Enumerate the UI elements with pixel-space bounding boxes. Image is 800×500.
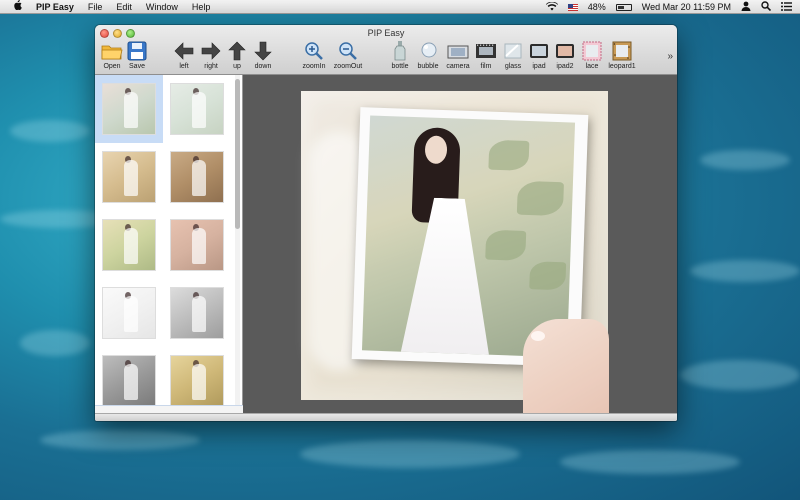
glass-icon <box>502 41 524 61</box>
user-icon[interactable] <box>741 1 751 13</box>
thumbnail-image <box>102 219 156 271</box>
lace-icon <box>581 41 603 61</box>
pip-inner-photo <box>361 115 576 358</box>
arrow-down-icon <box>252 41 274 61</box>
battery-percent[interactable]: 48% <box>588 2 606 12</box>
ipad2-icon <box>554 41 576 61</box>
sidebar-vertical-scrollbar[interactable] <box>235 75 240 405</box>
bottle-label: bottle <box>391 63 409 70</box>
toolbar-overflow-button[interactable]: » <box>667 51 673 62</box>
thumbnail-image <box>102 83 156 135</box>
wifi-icon[interactable] <box>545 1 558 13</box>
thumbnail-item[interactable] <box>95 279 163 347</box>
frame-lace-button[interactable]: lace <box>577 41 607 73</box>
frame-bubble-button[interactable]: bubble <box>413 41 443 73</box>
bubble-label: bubble <box>417 63 439 70</box>
glass-label: glass <box>504 63 522 70</box>
open-label: Open <box>103 63 121 70</box>
up-label: up <box>233 63 241 70</box>
wallpaper-leaf <box>488 139 530 171</box>
frame-film-button[interactable]: film <box>471 41 501 73</box>
thumbnail-item[interactable] <box>163 211 231 279</box>
battery-icon[interactable] <box>615 3 632 11</box>
sidebar-horizontal-scrollbar[interactable] <box>95 405 243 413</box>
fingernail <box>531 331 545 341</box>
input-source-flag-icon[interactable] <box>567 3 578 11</box>
pip-background-photo <box>301 91 609 421</box>
zoomout-label: zoomOut <box>333 63 363 70</box>
down-label: down <box>254 63 272 70</box>
thumbnail-image <box>102 355 156 407</box>
thumbnail-image <box>102 151 156 203</box>
bottle-icon <box>389 41 411 61</box>
thumbnail-grid <box>95 75 235 407</box>
leopard1-label: leopard1 <box>608 63 636 70</box>
move-down-button[interactable]: down <box>248 41 278 73</box>
thumbnail-item[interactable] <box>163 143 231 211</box>
clock[interactable]: Wed Mar 20 11:59 PM <box>642 2 731 12</box>
window-title: PIP Easy <box>367 28 405 38</box>
lace-label: lace <box>585 63 599 70</box>
thumbnail-image <box>170 83 224 135</box>
zoom-in-button[interactable]: zoomIn <box>299 41 329 73</box>
thumbnail-item[interactable] <box>95 75 163 143</box>
wallpaper-leaf <box>529 261 567 291</box>
thumbnail-item[interactable] <box>163 75 231 143</box>
arrow-left-icon <box>173 41 195 61</box>
thumbnail-image <box>170 287 224 339</box>
zoom-out-button[interactable]: zoomOut <box>333 41 363 73</box>
app-menu[interactable]: PIP Easy <box>36 2 74 12</box>
thumbnail-image <box>170 219 224 271</box>
window-bottom-bar <box>95 413 677 421</box>
menu-window[interactable]: Window <box>146 2 178 12</box>
left-label: left <box>179 63 189 70</box>
app-window: PIP Easy Open Save left right up down zo… <box>95 25 677 421</box>
menu-bar: PIP Easy File Edit Window Help 48% Wed M… <box>0 0 800 14</box>
notification-center-icon[interactable] <box>781 1 792 13</box>
save-label: Save <box>129 63 145 70</box>
camera-label: camera <box>446 63 470 70</box>
ipad2-label: ipad2 <box>556 63 574 70</box>
holding-hand <box>523 319 609 421</box>
thumbnail-image <box>170 355 224 407</box>
wallpaper-leaf <box>516 180 564 217</box>
frame-leopard1-button[interactable]: leopard1 <box>607 41 637 73</box>
menu-edit[interactable]: Edit <box>116 2 132 12</box>
bubble-icon <box>417 41 439 61</box>
thumbnail-item[interactable] <box>95 211 163 279</box>
leopard-icon <box>611 41 633 61</box>
zoom-out-icon <box>337 41 359 61</box>
frame-camera-button[interactable]: camera <box>443 41 473 73</box>
zoom-in-icon <box>303 41 325 61</box>
thumbnail-item[interactable] <box>163 279 231 347</box>
figure-dress <box>400 197 496 358</box>
film-icon <box>475 41 497 61</box>
floppy-disk-icon <box>126 41 148 61</box>
scrollbar-thumb[interactable] <box>235 79 240 229</box>
thumbnail-image <box>102 287 156 339</box>
arrow-up-icon <box>226 41 248 61</box>
menu-file[interactable]: File <box>88 2 103 12</box>
zoomin-label: zoomIn <box>302 63 326 70</box>
apple-menu-icon[interactable] <box>10 0 24 13</box>
arrow-right-icon <box>200 41 222 61</box>
image-canvas[interactable] <box>243 75 677 421</box>
film-label: film <box>480 63 492 70</box>
right-label: right <box>204 63 218 70</box>
ipad-icon <box>528 41 550 61</box>
wallpaper-leaf <box>485 229 527 261</box>
frame-bottle-button[interactable]: bottle <box>385 41 415 73</box>
thumbnail-item[interactable] <box>95 143 163 211</box>
folder-icon <box>101 41 123 61</box>
move-left-button[interactable]: left <box>169 41 199 73</box>
menu-help[interactable]: Help <box>192 2 211 12</box>
thumbnail-image <box>170 151 224 203</box>
spotlight-search-icon[interactable] <box>761 1 772 13</box>
filter-thumbnail-sidebar <box>95 75 243 413</box>
save-button[interactable]: Save <box>122 41 152 73</box>
frame-ipad2-button[interactable]: ipad2 <box>550 41 580 73</box>
window-titlebar[interactable]: PIP Easy Open Save left right up down zo… <box>95 25 677 75</box>
camera-icon <box>447 41 469 61</box>
ipad-label: ipad <box>532 63 546 70</box>
